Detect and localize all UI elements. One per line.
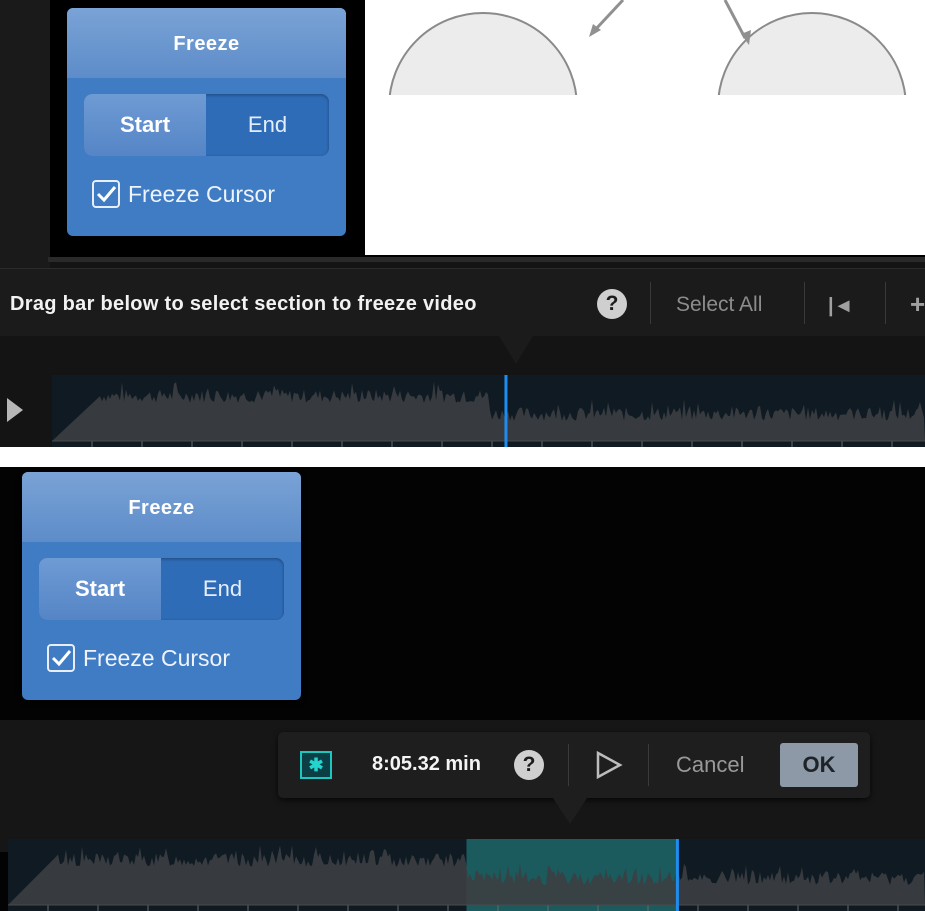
slide-blank-area — [365, 95, 925, 255]
freeze-cursor-checkbox[interactable] — [47, 644, 75, 672]
start-button[interactable]: Start — [39, 558, 161, 620]
start-end-toggle: Start End — [84, 94, 329, 156]
start-end-toggle: Start End — [39, 558, 284, 620]
add-icon[interactable]: + — [910, 289, 925, 320]
end-button[interactable]: End — [161, 558, 284, 620]
slide-preview — [365, 0, 925, 255]
video-bottom-edge — [48, 257, 925, 262]
cancel-button[interactable]: Cancel — [676, 752, 744, 778]
help-icon[interactable]: ? — [597, 289, 627, 319]
freeze-editor-panel-1: Freeze Start End Freeze Cursor Drag bar … — [0, 0, 925, 447]
toolbar-pointer — [499, 336, 533, 364]
video-left-edge — [0, 0, 50, 268]
freeze-popup: Freeze Start End Freeze Cursor — [22, 472, 301, 700]
freeze-duration: 8:05.32 min — [372, 753, 481, 775]
freeze-cursor-checkbox[interactable] — [92, 180, 120, 208]
freeze-editor-panel-2: Freeze Start End Freeze Cursor ✱ 8:05.32… — [0, 467, 925, 911]
screenshot-separator — [0, 447, 925, 467]
help-icon[interactable]: ? — [514, 750, 544, 780]
action-bar-pointer — [553, 798, 587, 824]
freeze-cursor-option[interactable]: Freeze Cursor — [47, 644, 230, 672]
ok-button[interactable]: OK — [780, 743, 858, 787]
play-icon[interactable] — [7, 398, 23, 422]
play-icon[interactable] — [594, 750, 624, 780]
waveform — [52, 375, 925, 447]
freeze-popup-title: Freeze — [67, 8, 346, 78]
freeze-popup: Freeze Start End Freeze Cursor — [67, 8, 346, 236]
freeze-toolbar: Drag bar below to select section to free… — [0, 268, 925, 336]
jump-to-start-icon[interactable]: |◄ — [828, 295, 853, 318]
end-button[interactable]: End — [206, 94, 329, 156]
audio-timeline[interactable] — [52, 375, 925, 447]
toolbar-divider — [650, 282, 651, 324]
freeze-cursor-option[interactable]: Freeze Cursor — [92, 180, 275, 208]
freeze-cursor-label: Freeze Cursor — [128, 180, 275, 207]
freeze-popup-title: Freeze — [22, 472, 301, 542]
select-all-button[interactable]: Select All — [676, 293, 762, 317]
waveform — [8, 839, 925, 911]
start-button[interactable]: Start — [84, 94, 206, 156]
toolbar-divider — [804, 282, 805, 324]
toolbar-divider — [885, 282, 886, 324]
freeze-time-icon[interactable]: ✱ — [300, 751, 332, 779]
freeze-cursor-label: Freeze Cursor — [83, 644, 230, 671]
check-icon — [51, 650, 72, 667]
check-icon — [96, 186, 117, 203]
drag-instruction: Drag bar below to select section to free… — [10, 293, 477, 315]
freeze-action-bar: ✱ 8:05.32 min ? Cancel OK — [278, 732, 870, 798]
action-bar-divider — [568, 744, 569, 786]
action-bar-divider — [648, 744, 649, 786]
audio-timeline[interactable] — [8, 839, 925, 911]
